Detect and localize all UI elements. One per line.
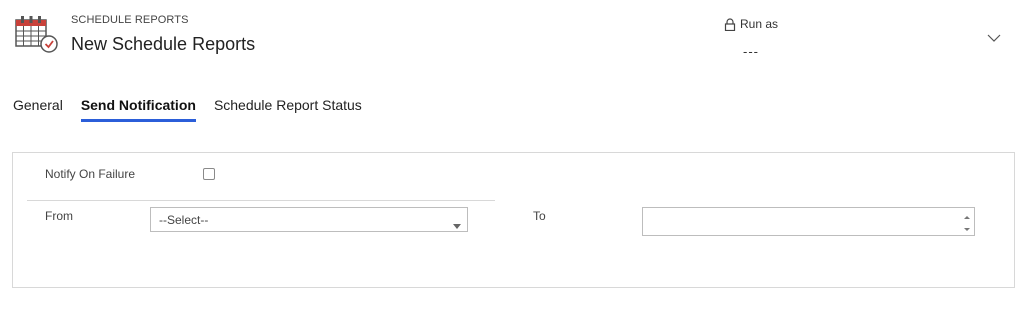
tab-send-notification[interactable]: Send Notification	[80, 96, 197, 122]
spin-down-icon[interactable]	[962, 222, 972, 233]
run-as-label: Run as	[740, 17, 779, 31]
to-label: To	[533, 209, 546, 223]
from-select[interactable]: --Select--	[150, 207, 468, 232]
tab-bar: General Send Notification Schedule Repor…	[13, 96, 380, 122]
tab-schedule-report-status[interactable]: Schedule Report Status	[214, 96, 362, 122]
tab-general[interactable]: General	[13, 96, 63, 122]
from-label: From	[45, 209, 73, 223]
calendar-clock-icon	[15, 14, 59, 54]
send-notification-section: Notify On Failure From --Select-- To	[12, 152, 1015, 288]
notify-on-failure-label: Notify On Failure	[45, 167, 136, 181]
divider	[27, 200, 495, 201]
spinner	[962, 210, 972, 233]
from-select-value: --Select--	[159, 213, 209, 227]
spin-up-icon[interactable]	[962, 210, 972, 221]
lock-icon	[724, 17, 736, 31]
notify-on-failure-checkbox[interactable]	[203, 168, 215, 180]
page-title: New Schedule Reports	[71, 34, 256, 54]
run-as-field: Run as ---	[724, 17, 794, 65]
chevron-down-icon[interactable]	[986, 31, 1002, 45]
dropdown-arrow-icon	[453, 217, 461, 229]
to-input[interactable]	[642, 207, 975, 236]
run-as-value: ---	[743, 44, 759, 59]
entity-type-label: SCHEDULE REPORTS	[71, 14, 189, 26]
